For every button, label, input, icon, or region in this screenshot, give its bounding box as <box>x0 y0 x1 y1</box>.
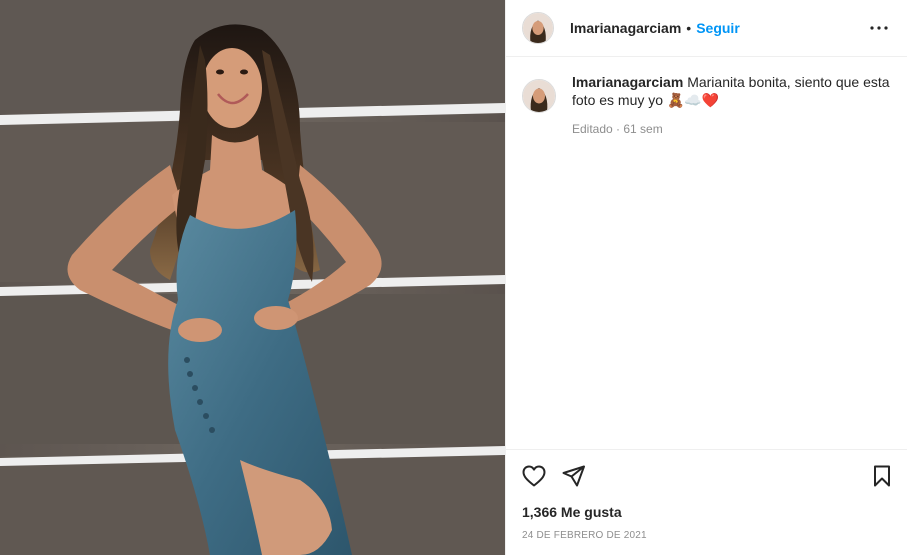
share-icon[interactable] <box>562 456 602 496</box>
caption-username[interactable]: lmarianagarciam <box>572 74 683 90</box>
avatar[interactable] <box>522 12 554 44</box>
instagram-post: lmarianagarciam • Seguir lmarianagarciam… <box>0 0 907 555</box>
post-date[interactable]: 24 DE FEBRERO DE 2021 <box>522 530 891 541</box>
caption-meta: Editado · 61 sem <box>572 122 663 136</box>
likes-count[interactable]: 1,366 Me gusta <box>522 504 891 520</box>
caption-text-block: lmarianagarciam Marianita bonita, siento… <box>572 73 891 110</box>
caption: lmarianagarciam Marianita bonita, siento… <box>522 73 891 113</box>
action-bar <box>522 450 891 502</box>
caption-avatar[interactable] <box>522 79 556 113</box>
post-header: lmarianagarciam • Seguir <box>506 0 907 57</box>
post-details-panel: lmarianagarciam • Seguir lmarianagarciam… <box>505 0 907 555</box>
post-actions: 1,366 Me gusta 24 DE FEBRERO DE 2021 <box>506 449 907 555</box>
caption-emojis: 🧸☁️❤️ <box>666 93 720 109</box>
follow-button[interactable]: Seguir <box>696 20 740 36</box>
post-photo[interactable] <box>0 0 505 555</box>
more-options-icon[interactable] <box>867 16 891 40</box>
bookmark-icon[interactable] <box>851 456 891 496</box>
username-link[interactable]: lmarianagarciam <box>570 20 681 36</box>
heart-icon[interactable] <box>522 456 562 496</box>
separator-dot: • <box>686 20 692 36</box>
comments-section: lmarianagarciam Marianita bonita, siento… <box>506 57 907 449</box>
